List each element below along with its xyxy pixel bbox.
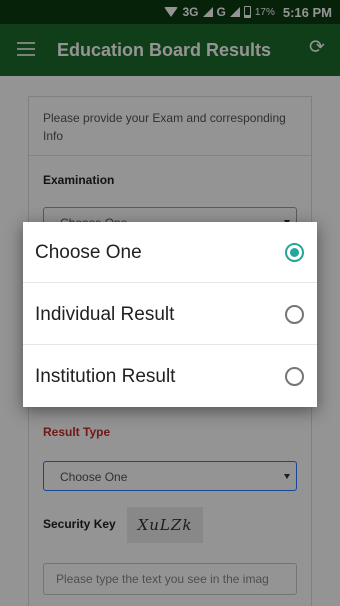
option-label: Choose One bbox=[35, 242, 142, 263]
radio-unselected-icon[interactable] bbox=[285, 305, 304, 324]
choice-dialog: Choose One Individual Result Institution… bbox=[23, 222, 317, 407]
option-institution-result[interactable]: Institution Result bbox=[23, 346, 317, 407]
radio-selected-icon[interactable] bbox=[285, 243, 304, 262]
radio-unselected-icon[interactable] bbox=[285, 367, 304, 386]
option-choose-one[interactable]: Choose One bbox=[23, 222, 317, 283]
option-individual-result[interactable]: Individual Result bbox=[23, 284, 317, 345]
option-label: Individual Result bbox=[35, 304, 175, 325]
option-label: Institution Result bbox=[35, 366, 176, 387]
